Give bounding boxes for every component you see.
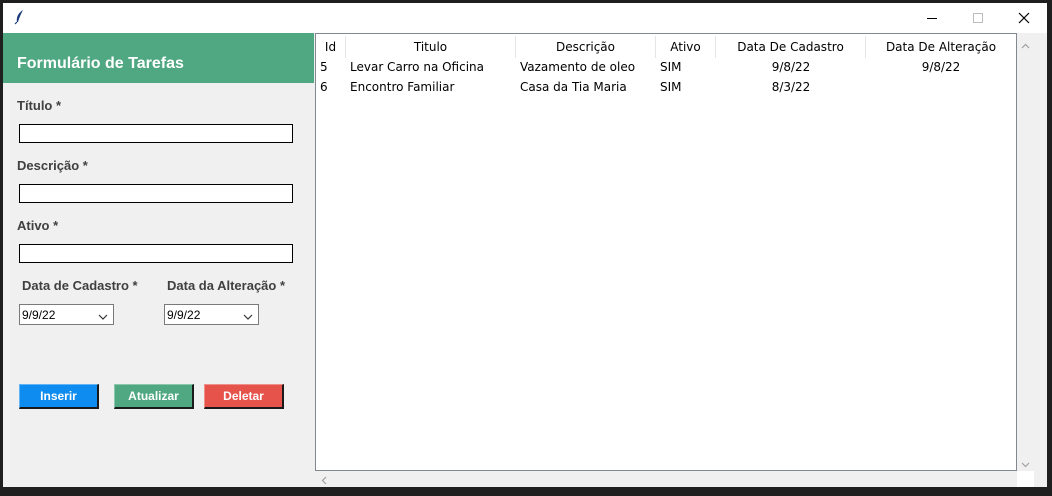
data-alteracao-label: Data da Alteração * [167,278,286,293]
feather-icon [12,9,28,25]
atualizar-button[interactable]: Atualizar [114,384,194,409]
close-button[interactable] [1001,3,1047,33]
minimize-button[interactable] [909,3,955,33]
column-header-titulo[interactable]: Titulo [346,36,516,58]
minimize-icon [927,13,937,23]
data-cadastro-label: Data de Cadastro * [22,278,138,293]
deletar-button[interactable]: Deletar [204,384,284,409]
maximize-button[interactable] [955,3,1001,33]
maximize-icon [973,13,983,23]
inserir-button[interactable]: Inserir [19,384,99,409]
chevron-down-icon [1021,453,1030,472]
cell-titulo: Levar Carro na Oficina [350,60,485,74]
titulo-field[interactable] [19,124,293,143]
descricao-label: Descrição * [17,158,88,173]
cell-id: 5 [320,60,328,74]
tasks-table[interactable]: Id Titulo Descrição Ativo Data De Cadast… [315,33,1017,471]
form-header: Formulário de Tarefas [3,33,314,83]
cell-data-cadastro: 9/8/22 [771,60,811,74]
title-bar[interactable] [3,3,1047,33]
scroll-up-button[interactable] [1017,35,1034,51]
cell-descricao: Casa da Tia Maria [520,80,627,94]
horizontal-scrollbar[interactable] [315,471,1017,487]
table-row[interactable]: 5 Levar Carro na Oficina Vazamento de ol… [316,57,1016,77]
form-title: Formulário de Tarefas [17,55,184,72]
chevron-left-icon [321,470,327,488]
cell-data-alteracao [866,77,1016,97]
app-window: Formulário de Tarefas Título * Descrição… [3,3,1047,487]
ativo-field[interactable] [19,244,293,263]
data-cadastro-dropdown[interactable]: 9/9/22 [19,304,114,325]
cell-descricao: Vazamento de oleo [520,60,636,74]
data-alteracao-dropdown[interactable]: 9/9/22 [164,304,259,325]
cell-titulo: Encontro Familiar [350,80,455,94]
column-header-data-alteracao[interactable]: Data De Alteração [866,36,1016,58]
table-row[interactable]: 6 Encontro Familiar Casa da Tia Maria SI… [316,77,1016,97]
vertical-scrollbar[interactable] [1017,33,1034,471]
column-header-data-cadastro[interactable]: Data De Cadastro [716,36,866,58]
descricao-field[interactable] [19,184,293,203]
cell-ativo: SIM [660,80,682,94]
chevron-down-icon [98,310,108,324]
chevron-down-icon [243,310,253,324]
cell-id: 6 [320,80,328,94]
cell-data-alteracao: 9/8/22 [921,60,961,74]
column-header-id[interactable]: Id [316,36,346,58]
cell-data-cadastro: 8/3/22 [771,80,811,94]
window-margin [1034,33,1047,487]
scroll-down-button[interactable] [1017,454,1034,470]
column-header-ativo[interactable]: Ativo [656,36,716,58]
chevron-up-icon [1021,34,1030,53]
close-icon [1018,12,1030,24]
data-alteracao-value: 9/9/22 [167,308,201,322]
scroll-left-button[interactable] [315,471,332,487]
ativo-label: Ativo * [17,218,59,233]
column-header-descricao[interactable]: Descrição [516,36,656,58]
scrollbar-corner [1017,471,1034,487]
cell-ativo: SIM [660,60,682,74]
data-cadastro-value: 9/9/22 [22,308,56,322]
titulo-label: Título * [17,98,62,113]
